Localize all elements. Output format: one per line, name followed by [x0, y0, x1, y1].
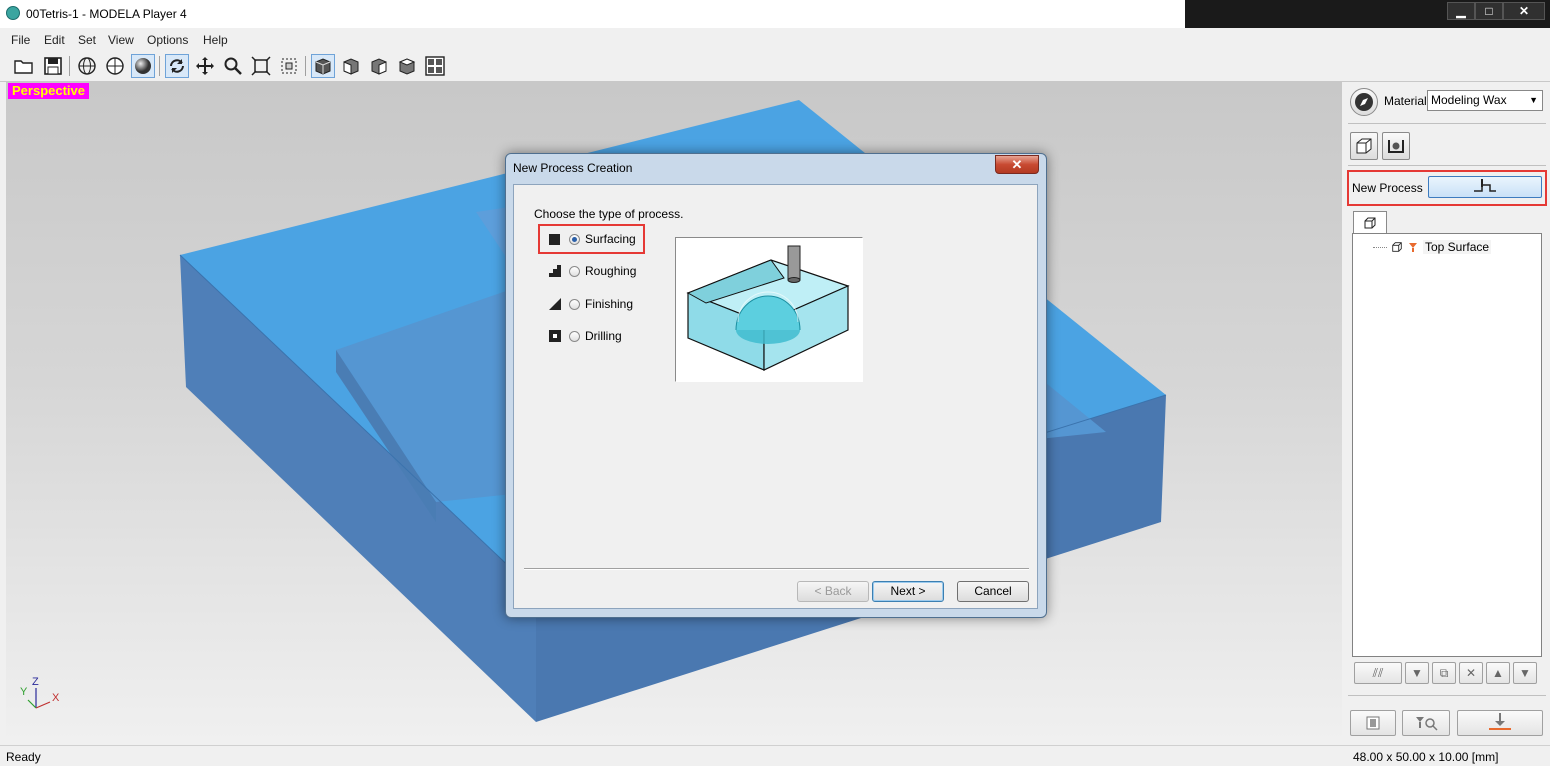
compass-icon[interactable]: [1350, 88, 1378, 116]
arrow-up-icon: ▲: [1492, 666, 1504, 680]
roughing-icon: [548, 265, 561, 278]
status-text: Ready: [6, 750, 41, 764]
preview-cutting-button[interactable]: [1350, 710, 1396, 736]
multi-view-icon[interactable]: [423, 54, 447, 78]
cut-button[interactable]: [1457, 710, 1543, 736]
option-roughing-label: Roughing: [585, 264, 637, 278]
option-finishing[interactable]: Finishing: [548, 297, 633, 311]
material-select[interactable]: Modeling Wax ▼: [1427, 90, 1543, 111]
back-button[interactable]: < Back: [797, 581, 869, 602]
view-side-icon[interactable]: [367, 54, 391, 78]
process-tree[interactable]: Top Surface: [1352, 233, 1542, 657]
wireframe-icon[interactable]: [75, 54, 99, 78]
chevron-down-icon: ▼: [1529, 95, 1538, 105]
zoom-icon[interactable]: [221, 54, 245, 78]
axis-z-label: Z: [32, 676, 39, 688]
view-iso-icon[interactable]: [311, 54, 335, 78]
new-process-label: New Process: [1352, 181, 1423, 195]
axis-indicator: Z X Y: [16, 676, 66, 721]
copy-icon: ⧉: [1439, 665, 1449, 680]
material-label: Material: [1384, 94, 1427, 108]
path-icon: ⫽⫽: [1372, 665, 1384, 680]
surfacing-icon: [548, 233, 561, 246]
surfacing-process-icon: [1409, 243, 1417, 252]
tree-item-top-surface[interactable]: Top Surface: [1373, 240, 1492, 254]
view-top-icon[interactable]: [395, 54, 419, 78]
title-bar: 00Tetris-1 - MODELA Player 4 ▁ □ ✕: [0, 0, 1550, 28]
preview-icon: [1366, 716, 1380, 730]
cancel-button[interactable]: Cancel: [957, 581, 1029, 602]
status-bar: Ready 48.00 x 50.00 x 10.00 [mm]: [0, 745, 1550, 766]
edit-process-button[interactable]: ▼: [1405, 662, 1429, 684]
stock-icon: [1392, 242, 1402, 252]
option-drilling-label: Drilling: [585, 329, 622, 343]
window-title: 00Tetris-1 - MODELA Player 4: [26, 7, 187, 21]
dialog-close-button[interactable]: ✕: [995, 155, 1039, 174]
delete-icon: ✕: [1465, 666, 1477, 680]
menu-help[interactable]: Help: [203, 33, 228, 47]
simulation-button[interactable]: [1402, 710, 1450, 736]
arrow-down-icon: ▼: [1519, 666, 1531, 680]
option-surfacing[interactable]: Surfacing: [548, 232, 636, 246]
menu-view[interactable]: View: [108, 33, 134, 47]
open-icon[interactable]: [12, 54, 36, 78]
shaded-icon[interactable]: [131, 54, 155, 78]
dialog-body: Choose the type of process. Surfacing Ro…: [513, 184, 1038, 609]
surfacing-radio[interactable]: [569, 233, 580, 245]
dialog-title: New Process Creation: [513, 161, 633, 175]
menu-file[interactable]: File: [11, 33, 30, 47]
drilling-icon: [548, 330, 561, 343]
view-front-icon[interactable]: [339, 54, 363, 78]
maximize-button[interactable]: □: [1475, 2, 1503, 20]
toolbar: [0, 51, 1550, 82]
axis-y-label: Y: [20, 686, 28, 698]
model-dimensions: 48.00 x 50.00 x 10.00 [mm]: [1353, 750, 1499, 764]
option-surfacing-label: Surfacing: [585, 232, 636, 246]
option-finishing-label: Finishing: [585, 297, 634, 311]
pan-icon[interactable]: [193, 54, 217, 78]
process-tree-icon: [1364, 217, 1376, 228]
finishing-icon: [548, 298, 561, 311]
save-icon[interactable]: [41, 54, 65, 78]
next-button[interactable]: Next >: [872, 581, 944, 602]
view-label: Perspective: [8, 83, 89, 99]
delete-process-button[interactable]: ✕: [1459, 662, 1483, 684]
new-process-dialog: New Process Creation ✕ Choose the type o…: [505, 153, 1047, 618]
right-panel: Material Modeling Wax ▼ New Process Top …: [1345, 82, 1550, 744]
menu-bar: File Edit Set View Options Help: [0, 30, 1550, 50]
tree-tab[interactable]: [1353, 211, 1387, 233]
fit-icon[interactable]: [249, 54, 273, 78]
hidden-line-icon[interactable]: [103, 54, 127, 78]
option-roughing[interactable]: Roughing: [548, 264, 636, 278]
zoom-box-icon[interactable]: [277, 54, 301, 78]
fixture-icon[interactable]: [1382, 132, 1410, 160]
tool-search-icon: [1416, 717, 1438, 731]
new-process-icon: [1474, 179, 1496, 192]
tree-item-label: Top Surface: [1423, 240, 1492, 254]
option-drilling[interactable]: Drilling: [548, 329, 622, 343]
tool-edit-icon: ▼: [1411, 666, 1423, 680]
path-preview-button[interactable]: ⫽⫽: [1354, 662, 1402, 684]
cut-icon: [1489, 713, 1511, 730]
stock-box-icon[interactable]: [1350, 132, 1378, 160]
rotate-icon[interactable]: [165, 54, 189, 78]
move-down-button[interactable]: ▼: [1513, 662, 1537, 684]
roughing-radio[interactable]: [569, 265, 580, 277]
close-window-button[interactable]: ✕: [1503, 2, 1545, 20]
process-preview-image: [675, 237, 863, 382]
copy-process-button[interactable]: ⧉: [1432, 662, 1456, 684]
minimize-button[interactable]: ▁: [1447, 2, 1475, 20]
app-icon: [6, 6, 20, 20]
menu-set[interactable]: Set: [78, 33, 96, 47]
drilling-radio[interactable]: [569, 330, 580, 342]
menu-edit[interactable]: Edit: [44, 33, 65, 47]
axis-x-label: X: [52, 692, 60, 704]
move-up-button[interactable]: ▲: [1486, 662, 1510, 684]
menu-options[interactable]: Options: [147, 33, 188, 47]
finishing-radio[interactable]: [569, 298, 580, 310]
material-value: Modeling Wax: [1431, 93, 1507, 107]
new-process-button[interactable]: [1428, 176, 1542, 198]
dialog-prompt: Choose the type of process.: [534, 207, 684, 221]
